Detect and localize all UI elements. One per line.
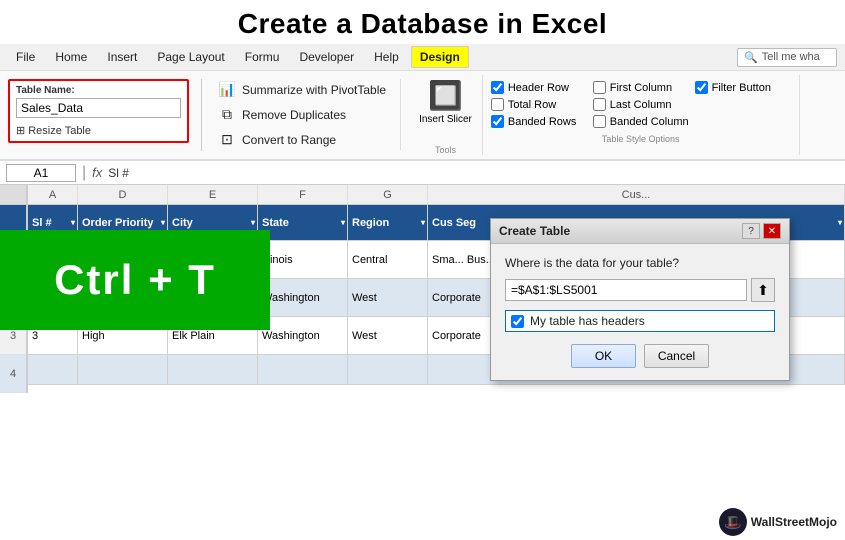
- tools-section-label: Tools: [435, 145, 456, 155]
- cell-1-state[interactable]: Illinois: [258, 241, 348, 279]
- col-header-f: F: [258, 185, 348, 204]
- convert-to-range-btn[interactable]: ⊡ Convert to Range: [214, 129, 390, 150]
- name-box[interactable]: [6, 164, 76, 182]
- menu-insert[interactable]: Insert: [99, 47, 145, 67]
- dialog-input-row: ⬆: [505, 278, 775, 302]
- formula-content: Sl #: [108, 166, 129, 180]
- cell-3-state[interactable]: Washington: [258, 317, 348, 355]
- banded-rows-check[interactable]: Banded Rows: [491, 115, 587, 128]
- wsm-logo: 🎩 WallStreetMojo: [719, 508, 837, 536]
- first-column-check[interactable]: First Column: [593, 81, 689, 94]
- dialog-headers-label: My table has headers: [530, 314, 645, 328]
- dialog-upload-btn[interactable]: ⬆: [751, 278, 775, 302]
- cell-4-state[interactable]: [258, 355, 348, 385]
- cell-4-sl[interactable]: [28, 355, 78, 385]
- slicer-label[interactable]: Insert Slicer: [419, 114, 472, 125]
- menu-page-layout[interactable]: Page Layout: [149, 47, 232, 67]
- wsm-name: WallStreetMojo: [751, 515, 837, 529]
- style-options-checkboxes: Header Row First Column Filter Button To…: [491, 81, 791, 128]
- col-header-e: E: [168, 185, 258, 204]
- menu-bar: File Home Insert Page Layout Formu Devel…: [0, 44, 845, 71]
- cell-1-region[interactable]: Central: [348, 241, 428, 279]
- ctrl-t-text: Ctrl + T: [54, 256, 216, 304]
- style-options-group: Header Row First Column Filter Button To…: [491, 75, 800, 155]
- menu-developer[interactable]: Developer: [291, 47, 362, 67]
- cell-2-region[interactable]: West: [348, 279, 428, 317]
- dialog-ok-btn[interactable]: OK: [571, 344, 636, 368]
- cell-2-state[interactable]: Washington: [258, 279, 348, 317]
- col-headers: A D E F G Cus...: [28, 185, 845, 205]
- dialog-buttons: OK Cancel: [505, 344, 775, 368]
- dropdown-arrow-city: ▾: [251, 218, 255, 227]
- wsm-icon: 🎩: [719, 508, 747, 536]
- dropdown-arrow-state: ▾: [341, 218, 345, 227]
- total-row-check[interactable]: Total Row: [491, 98, 587, 111]
- cell-3-region[interactable]: West: [348, 317, 428, 355]
- dropdown-arrow-sl: ▾: [71, 218, 75, 227]
- dialog-range-input[interactable]: [505, 279, 747, 301]
- dialog-controls: ? ✕: [742, 223, 781, 239]
- dropdown-arrow-region: ▾: [421, 218, 425, 227]
- table-name-label: Table Name:: [16, 85, 181, 96]
- create-table-dialog: Create Table ? ✕ Where is the data for y…: [490, 218, 790, 381]
- cell-4-region[interactable]: [348, 355, 428, 385]
- header-row-check[interactable]: Header Row: [491, 81, 587, 94]
- ctrl-t-overlay: Ctrl + T: [0, 230, 270, 330]
- dialog-body: Where is the data for your table? ⬆ My t…: [491, 244, 789, 380]
- search-icon: 🔍: [744, 51, 758, 64]
- dialog-close-btn[interactable]: ✕: [763, 223, 781, 239]
- cell-4-priority[interactable]: [78, 355, 168, 385]
- table-name-input[interactable]: [16, 98, 181, 118]
- cell-header-state[interactable]: State ▾: [258, 205, 348, 241]
- duplicates-icon: ⧉: [218, 106, 236, 123]
- tell-me-text: Tell me wha: [762, 51, 820, 63]
- row-num-header: [0, 185, 27, 205]
- resize-table-btn[interactable]: ⊞ Resize Table: [16, 124, 181, 137]
- tools-group: 📊 Summarize with PivotTable ⧉ Remove Dup…: [214, 79, 401, 150]
- banded-column-check[interactable]: Banded Column: [593, 115, 689, 128]
- menu-home[interactable]: Home: [47, 47, 95, 67]
- menu-formulas[interactable]: Formu: [237, 47, 288, 67]
- col-header-g: G: [348, 185, 428, 204]
- formula-divider: |: [82, 164, 86, 182]
- range-icon: ⊡: [218, 131, 236, 148]
- dialog-title-bar: Create Table ? ✕: [491, 219, 789, 244]
- dialog-question: Where is the data for your table?: [505, 256, 775, 270]
- last-column-check[interactable]: Last Column: [593, 98, 689, 111]
- ribbon-content: Table Name: ⊞ Resize Table 📊 Summarize w…: [0, 71, 845, 161]
- tell-me-box[interactable]: 🔍 Tell me wha: [737, 48, 837, 67]
- cell-4-city[interactable]: [168, 355, 258, 385]
- pivot-icon: 📊: [218, 81, 236, 98]
- col-header-cus: Cus...: [428, 185, 845, 204]
- table-name-group: Table Name: ⊞ Resize Table: [8, 79, 189, 143]
- dropdown-arrow-seg: ▾: [838, 218, 842, 227]
- resize-icon: ⊞: [16, 124, 25, 137]
- slicer-group: 🔲 Insert Slicer Tools: [409, 75, 483, 155]
- cell-header-region[interactable]: Region ▾: [348, 205, 428, 241]
- dialog-title: Create Table: [499, 224, 570, 238]
- menu-help[interactable]: Help: [366, 47, 407, 67]
- col-header-a: A: [28, 185, 78, 204]
- remove-duplicates-btn[interactable]: ⧉ Remove Duplicates: [214, 104, 390, 125]
- formula-bar: | fx Sl #: [0, 161, 845, 185]
- dialog-headers-checkbox[interactable]: [511, 315, 524, 328]
- col-header-d: D: [78, 185, 168, 204]
- resize-table-label: Resize Table: [28, 125, 91, 137]
- dialog-checkbox-row: My table has headers: [505, 310, 775, 332]
- slicer-icon: 🔲: [428, 79, 463, 112]
- convert-to-range-label: Convert to Range: [242, 133, 336, 147]
- table-style-options-label: Table Style Options: [491, 134, 791, 144]
- filter-button-check[interactable]: Filter Button: [695, 81, 791, 94]
- remove-duplicates-label: Remove Duplicates: [242, 108, 346, 122]
- menu-file[interactable]: File: [8, 47, 43, 67]
- menu-design[interactable]: Design: [411, 46, 469, 68]
- dialog-cancel-btn[interactable]: Cancel: [644, 344, 709, 368]
- dropdown-arrow-priority: ▾: [161, 218, 165, 227]
- fx-label: fx: [92, 165, 102, 180]
- summarize-pivot-btn[interactable]: 📊 Summarize with PivotTable: [214, 79, 390, 100]
- dialog-help-btn[interactable]: ?: [742, 223, 760, 239]
- row-num-4: 4: [0, 355, 27, 393]
- summarize-pivot-label: Summarize with PivotTable: [242, 83, 386, 97]
- page-title: Create a Database in Excel: [0, 0, 845, 44]
